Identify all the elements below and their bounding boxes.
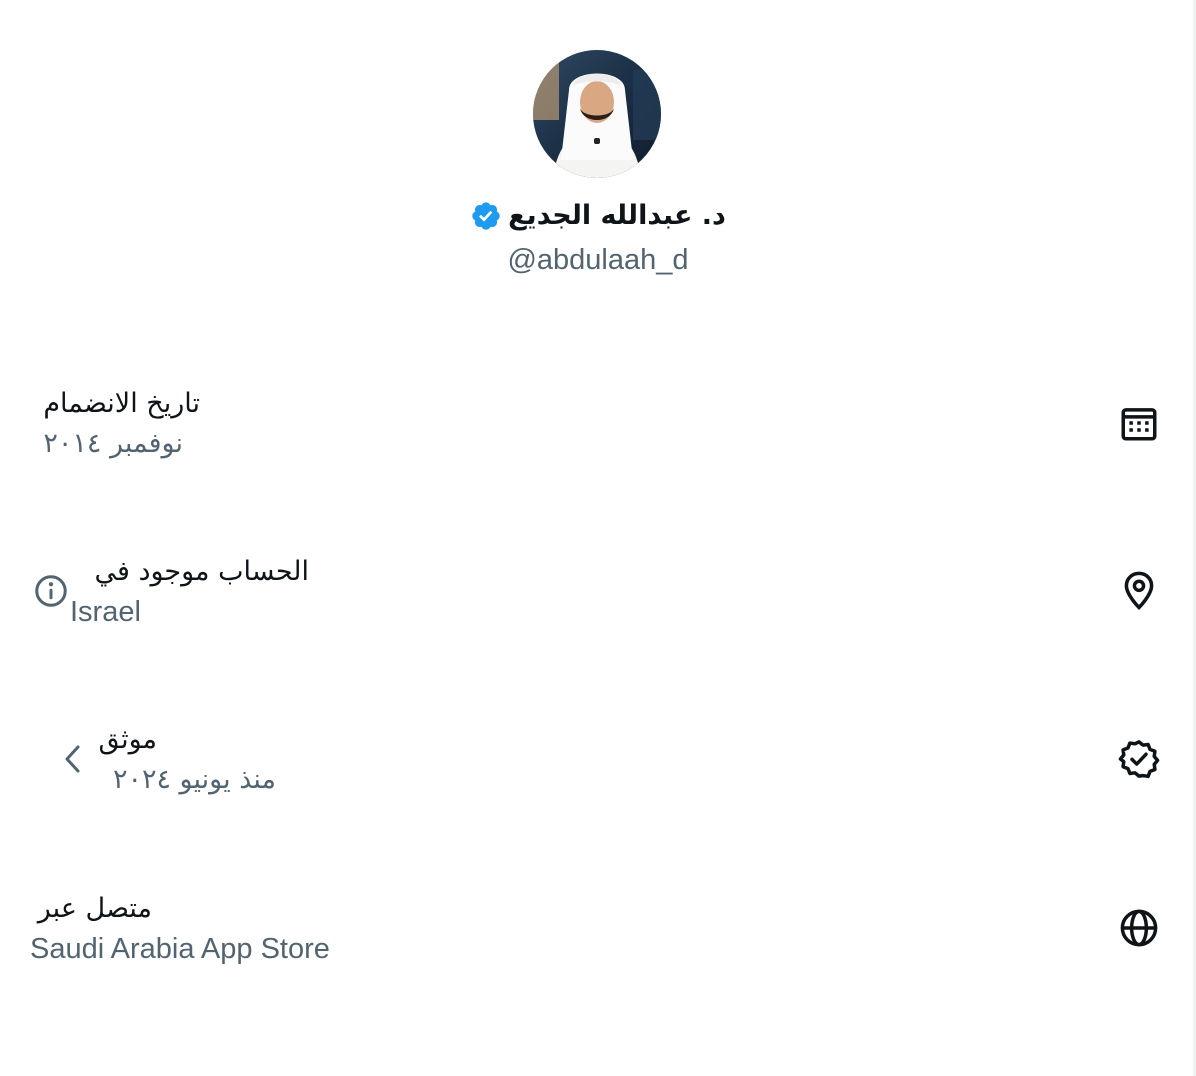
join-date-label: تاريخ الانضمام: [43, 388, 200, 419]
verified-since-value: منذ يونيو ٢٠٢٤: [112, 764, 276, 795]
avatar-image: [533, 50, 661, 178]
info-icon[interactable]: [33, 573, 69, 609]
about-row-connected-via: متصل عبر Saudi Arabia App Store: [0, 880, 1196, 980]
verified-badge-icon[interactable]: [470, 200, 502, 232]
location-pin-icon: [1124, 571, 1154, 610]
connected-via-label: متصل عبر: [37, 893, 152, 924]
account-location-value: Israel: [70, 596, 141, 628]
about-row-join-date: تاريخ الانضمام نوفمبر ٢٠١٤: [0, 375, 1196, 475]
about-row-account-location: الحساب موجود في Israel: [0, 543, 1196, 643]
verified-label: موثق: [98, 724, 157, 755]
connected-via-value: Saudi Arabia App Store: [30, 933, 330, 965]
display-name: د. عبدالله الجديع: [508, 200, 726, 231]
avatar[interactable]: [533, 50, 661, 178]
globe-icon: [1120, 909, 1158, 947]
profile-handle: @abdulaah_d: [507, 244, 689, 276]
profile-name-row: د. عبدالله الجديع: [0, 194, 1196, 238]
verified-badge-icon: [1118, 740, 1160, 779]
chevron-left-icon[interactable]: [62, 743, 84, 775]
join-date-value: نوفمبر ٢٠١٤: [43, 428, 183, 459]
calendar-icon: [1121, 408, 1157, 441]
account-location-label: الحساب موجود في: [94, 556, 309, 587]
about-row-verified[interactable]: موثق منذ يونيو ٢٠٢٤: [0, 711, 1196, 811]
